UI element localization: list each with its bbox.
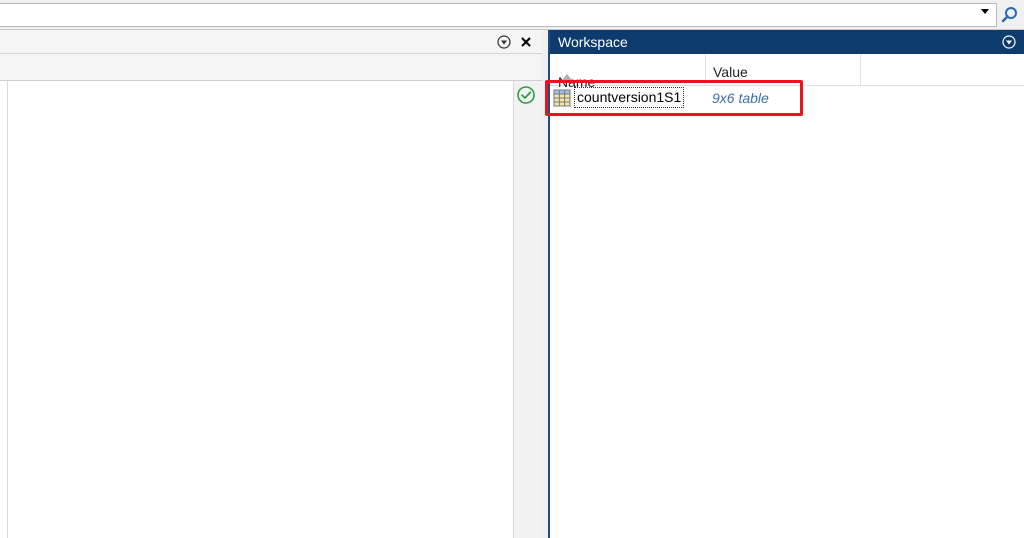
workspace-panel: Workspace Name Value countversion1S1 9x6…: [548, 30, 1024, 538]
workspace-variable-row[interactable]: countversion1S1 9x6 table: [550, 86, 1024, 110]
search-icon[interactable]: [998, 3, 1022, 27]
address-bar: [0, 0, 1024, 30]
name-column-header[interactable]: Name: [550, 54, 706, 90]
app-window: Workspace Name Value countversion1S1 9x6…: [0, 0, 1024, 538]
workspace-title: Workspace: [558, 34, 628, 50]
panel-menu-icon[interactable]: [1002, 35, 1016, 49]
editor-titlebar: [0, 30, 542, 54]
editor-area[interactable]: [8, 81, 513, 538]
check-circle-icon[interactable]: [516, 85, 536, 105]
chevron-down-icon[interactable]: [981, 9, 989, 14]
close-icon[interactable]: [517, 33, 535, 51]
value-column-label: Value: [713, 64, 748, 80]
workspace-column-header: Name Value: [550, 54, 1024, 90]
table-icon: [553, 89, 571, 107]
value-column-header[interactable]: Value: [706, 54, 861, 86]
sort-ascending-icon: [562, 74, 572, 80]
editor-tabbar: [0, 54, 542, 81]
editor-gutter: [0, 81, 8, 538]
workspace-titlebar: Workspace: [550, 30, 1024, 54]
path-input[interactable]: [0, 3, 997, 27]
variable-name[interactable]: countversion1S1: [574, 87, 685, 108]
extra-column-header[interactable]: [861, 54, 1024, 86]
code-analyzer-strip: [513, 81, 542, 538]
editor-panel: [0, 30, 542, 538]
variable-value[interactable]: 9x6 table: [712, 90, 769, 106]
panel-menu-icon[interactable]: [497, 35, 511, 49]
